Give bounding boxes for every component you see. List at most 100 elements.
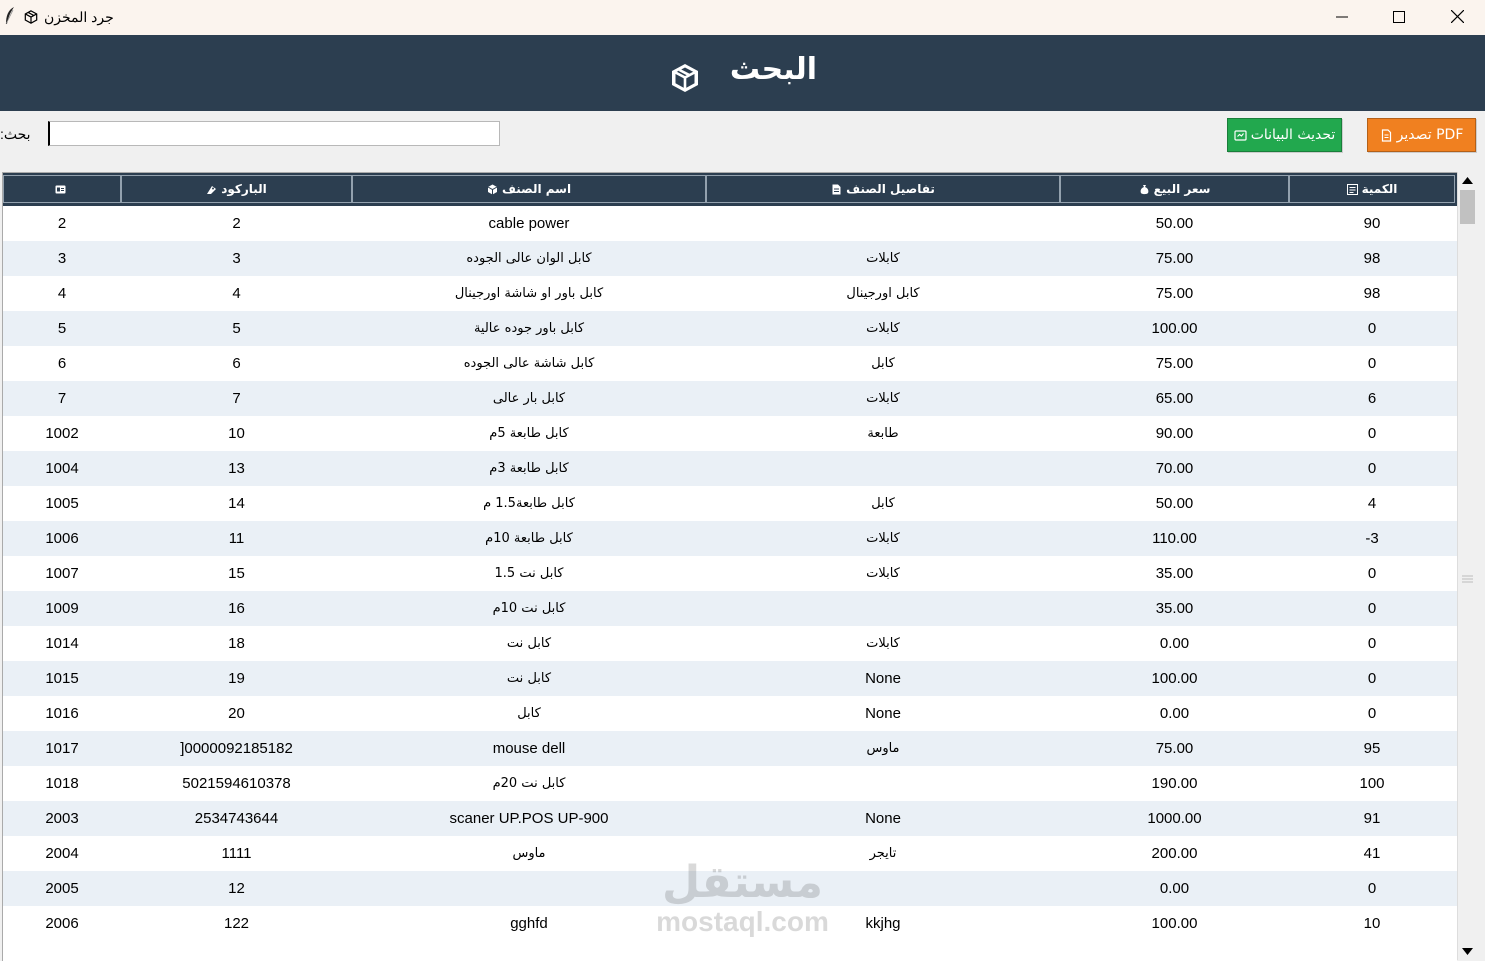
- cell-barcode: 122: [223, 915, 250, 932]
- cell-details: [706, 766, 1060, 801]
- cell-name: كابل: [517, 706, 541, 721]
- refresh-data-button[interactable]: تحديث البيانات: [1227, 118, 1342, 152]
- cell-barcode: 10: [228, 425, 245, 442]
- cell-price: 100.00: [1151, 915, 1198, 932]
- cell-barcode: 20: [228, 705, 245, 722]
- table-row[interactable]: 0 0.00 12 2005: [3, 871, 1457, 906]
- cell-name: كابل طابعة1.5 م: [483, 496, 575, 511]
- cell-price: 75.00: [1155, 250, 1194, 267]
- cell-id: 4: [57, 285, 67, 302]
- close-button[interactable]: [1428, 0, 1485, 33]
- column-label: الكمية: [1361, 182, 1398, 196]
- cell-price: 90.00: [1155, 425, 1194, 442]
- export-pdf-button[interactable]: PDF تصدير: [1367, 118, 1476, 152]
- cell-barcode: 6: [232, 355, 241, 372]
- cell-qty: 95: [1363, 740, 1381, 757]
- maximize-button[interactable]: [1370, 0, 1428, 33]
- cell-qty: 0: [1367, 425, 1377, 442]
- table-row[interactable]: 0 35.00 كابل نت 10م 16 1009: [3, 591, 1457, 626]
- table-row[interactable]: 0 75.00 كابل كابل شاشة عالى الجوده 6 6: [3, 346, 1457, 381]
- feather-icon: [5, 7, 14, 25]
- cell-barcode: 19: [228, 670, 245, 687]
- table-row[interactable]: -3 110.00 كابلات كابل طابعة 10م 11 1006: [3, 521, 1457, 556]
- scrollbar-thumb[interactable]: [1460, 190, 1475, 224]
- table-row[interactable]: 0 100.00 كابلات كابل باور جوده عالية 5 5: [3, 311, 1457, 346]
- cell-id: 2004: [45, 845, 79, 862]
- cell-details: kkjhg: [865, 915, 901, 932]
- scroll-up-button[interactable]: [1458, 172, 1477, 189]
- cell-name: كابل نت 10م: [492, 601, 566, 616]
- cell-details: طابعة: [867, 426, 899, 441]
- cell-details: كابلات: [866, 251, 900, 266]
- table-row[interactable]: 98 75.00 كابلات كابل الوان عالى الجوده 3 3: [3, 241, 1457, 276]
- cell-details: كابلات: [866, 391, 900, 406]
- table-row[interactable]: 10 100.00 kkjhg gghfd 122 2006: [3, 906, 1457, 941]
- cell-price: 0.00: [1159, 705, 1190, 722]
- column-header-qty[interactable]: الكمية: [1289, 175, 1455, 203]
- cell-name: scaner UP.POS UP-900: [449, 810, 609, 827]
- cell-price: 75.00: [1155, 285, 1194, 302]
- cell-price: 50.00: [1155, 495, 1194, 512]
- package-box-icon: [24, 10, 38, 24]
- cell-qty: 91: [1363, 810, 1381, 827]
- scroll-down-button[interactable]: [1458, 943, 1477, 960]
- close-icon: [1450, 10, 1464, 23]
- arrow-up-icon: [1462, 177, 1473, 184]
- cell-barcode: 18: [228, 635, 245, 652]
- table-row[interactable]: 0 70.00 كابل طابعة 3م 13 1004: [3, 451, 1457, 486]
- cell-qty: 100: [1359, 775, 1385, 792]
- table-row[interactable]: 4 50.00 كابل كابل طابعة1.5 م 14 1005: [3, 486, 1457, 521]
- table-row[interactable]: 98 75.00 كابل اورجينال كابل باور او شاشة او…: [3, 276, 1457, 311]
- column-header-id[interactable]: [3, 175, 121, 203]
- cell-qty: 4: [1367, 495, 1377, 512]
- title-wrap: جرد المخزن: [24, 7, 114, 27]
- cell-name: كابل الوان عالى الجوده: [466, 251, 592, 266]
- table-row[interactable]: 0 100.00 None كابل نت 19 1015: [3, 661, 1457, 696]
- table-row[interactable]: 41 200.00 تايجر ماوس 1111 2004: [3, 836, 1457, 871]
- minimize-button[interactable]: [1313, 0, 1371, 33]
- cell-id: 1017: [45, 740, 79, 757]
- cell-details: كابلات: [866, 321, 900, 336]
- cell-name: ماوس: [512, 846, 546, 861]
- column-header-details[interactable]: تفاصيل الصنف: [706, 175, 1060, 203]
- column-header-barcode[interactable]: الباركود: [121, 175, 352, 203]
- export-pdf-label: PDF تصدير: [1396, 127, 1464, 143]
- cell-barcode: 2: [232, 215, 241, 232]
- scrollbar-grip-icon: [1462, 575, 1473, 583]
- column-label: سعر البيع: [1153, 182, 1211, 196]
- table-row[interactable]: 95 75.00 ماوس mouse dell]0000092185182 1017: [3, 731, 1457, 766]
- minimize-icon: [1336, 16, 1348, 17]
- cell-name: كابل باور جوده عالية: [473, 321, 585, 336]
- cell-name: كابل نت: [506, 636, 552, 651]
- cell-details: [706, 871, 1060, 906]
- cell-barcode: 5021594610378: [182, 775, 291, 792]
- cell-price: 190.00: [1151, 775, 1198, 792]
- table-row[interactable]: 100 190.00 كابل نت 20م 5021594610378 1018: [3, 766, 1457, 801]
- table-row[interactable]: 0 0.00 None كابل 20 1016: [3, 696, 1457, 731]
- cell-details: كابلات: [866, 531, 900, 546]
- table-header: الكمية سعر البيع تفاصيل الصنف اسم الصنف …: [3, 173, 1457, 206]
- cell-name: كابل طابعة 5م: [489, 426, 569, 441]
- table-row[interactable]: 6 65.00 كابلات كابل بار عالى 7 7: [3, 381, 1457, 416]
- cell-barcode: 16: [228, 600, 245, 617]
- cell-qty: 0: [1367, 880, 1377, 897]
- table-row[interactable]: 0 90.00 طابعة كابل طابعة 5م 10 1002: [3, 416, 1457, 451]
- cell-id: 5: [57, 320, 67, 337]
- search-input[interactable]: [48, 121, 500, 146]
- cell-price: 50.00: [1155, 215, 1194, 232]
- vertical-scrollbar[interactable]: [1457, 172, 1477, 960]
- table-row[interactable]: 0 35.00 كابلات كابل نت 1.5 15 1007: [3, 556, 1457, 591]
- search-label: :بحث: [0, 126, 31, 142]
- column-label: الباركود: [221, 182, 267, 196]
- cell-name: كابل نت 1.5: [494, 566, 564, 581]
- cell-details: كابلات: [866, 566, 900, 581]
- cell-name: [352, 871, 706, 906]
- table-row[interactable]: 91 1000.00 None scaner UP.POS UP-900 2534743…: [3, 801, 1457, 836]
- cell-details: None: [865, 810, 901, 827]
- table-row[interactable]: 90 50.00 cable power 2 2: [3, 206, 1457, 241]
- cell-barcode: 2534743644: [194, 810, 279, 827]
- cell-name: كابل نت: [506, 671, 552, 686]
- table-row[interactable]: 0 0.00 كابلات كابل نت 18 1014: [3, 626, 1457, 661]
- column-header-price[interactable]: سعر البيع: [1060, 175, 1289, 203]
- column-header-name[interactable]: اسم الصنف: [352, 175, 706, 203]
